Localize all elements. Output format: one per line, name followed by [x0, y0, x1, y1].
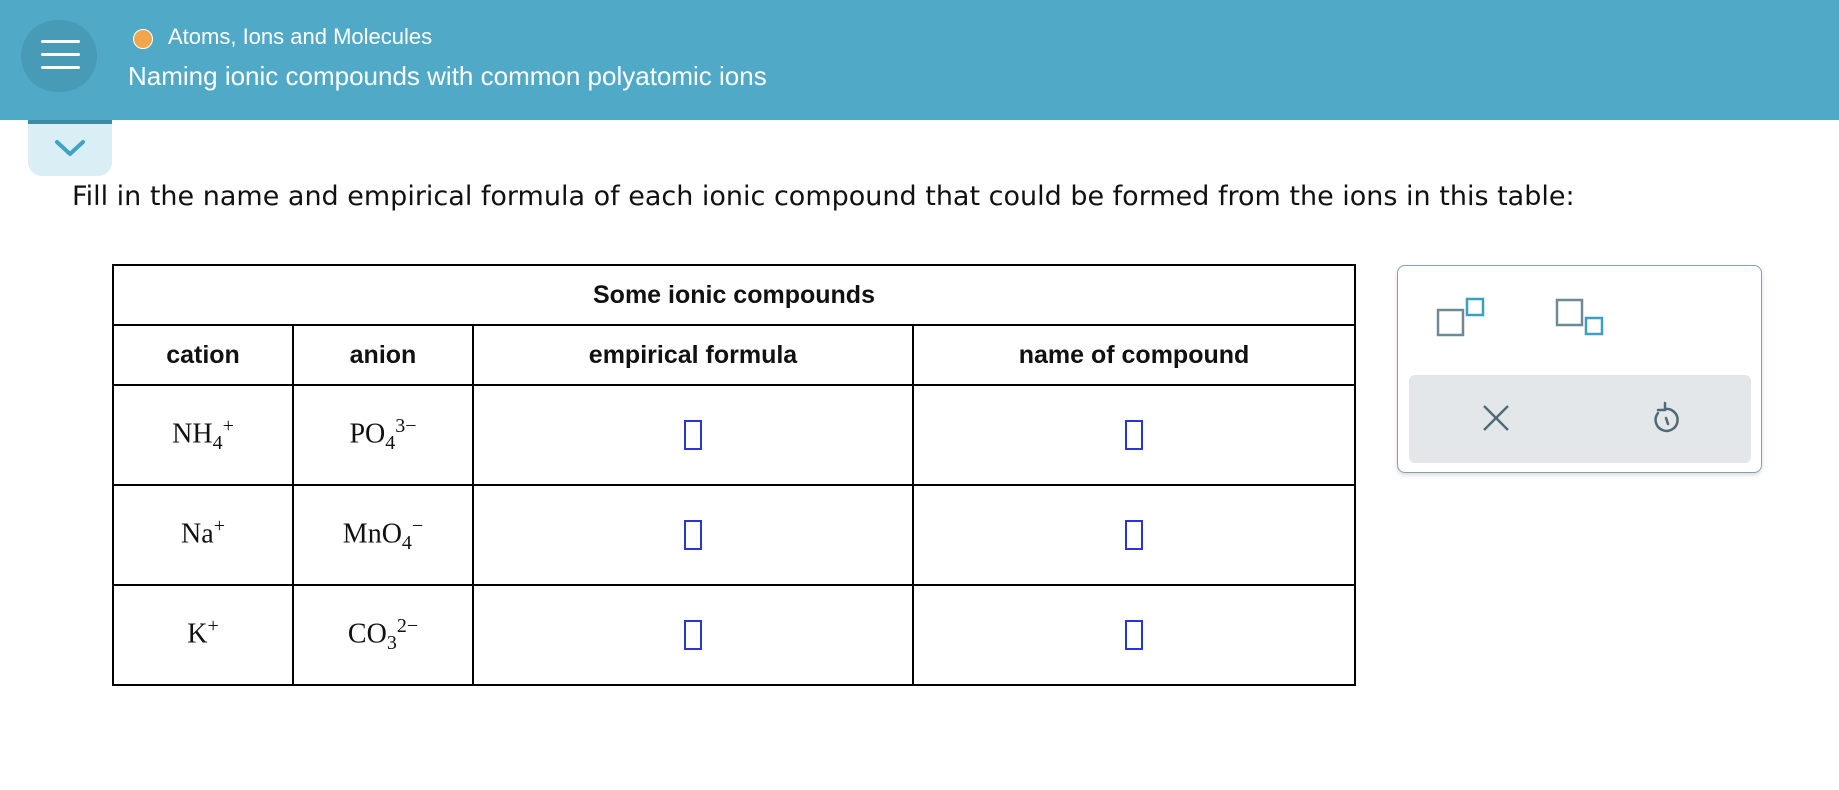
undo-icon — [1654, 401, 1679, 433]
chevron-down-icon — [55, 140, 85, 156]
cation-formula: Na+ — [181, 515, 225, 555]
table-row: Na+ MnO4− — [112, 484, 1356, 586]
ion-symbol: NH — [172, 418, 213, 450]
ion-charge: − — [411, 515, 424, 538]
answer-actions — [1409, 375, 1751, 463]
menu-icon-line — [41, 66, 80, 69]
formula-answer-cell[interactable] — [472, 484, 914, 586]
formula-input[interactable] — [684, 520, 702, 550]
formula-input[interactable] — [684, 620, 702, 650]
clear-answer-button[interactable] — [1479, 401, 1513, 435]
header-compound-name: name of compound — [912, 324, 1356, 386]
anion-cell: CO32− — [292, 584, 474, 686]
header-anion: anion — [292, 324, 474, 386]
topic-title: Atoms, Ions and Molecules — [168, 24, 433, 49]
table-row: NH4+ PO43− — [112, 384, 1356, 486]
close-icon — [1483, 405, 1509, 431]
answer-tools-panel — [1397, 265, 1762, 473]
ion-symbol: MnO — [342, 518, 402, 550]
question-instruction: Fill in the name and empirical formula o… — [72, 181, 1575, 212]
cation-formula: NH4+ — [172, 415, 234, 455]
cation-formula: K+ — [187, 615, 219, 655]
name-answer-cell[interactable] — [912, 484, 1356, 586]
anion-formula: CO32− — [348, 615, 418, 655]
ion-subscript: 3 — [386, 631, 397, 654]
ion-symbol: K — [187, 618, 208, 650]
name-answer-cell[interactable] — [912, 584, 1356, 686]
menu-icon-line — [41, 40, 80, 43]
name-input[interactable] — [1125, 620, 1143, 650]
cation-cell: Na+ — [112, 484, 294, 586]
table-row: K+ CO32− — [112, 584, 1356, 686]
ion-symbol: CO — [347, 618, 387, 650]
anion-formula: PO43− — [349, 415, 416, 455]
formula-answer-cell[interactable] — [472, 384, 914, 486]
subscript-template-icon — [1555, 298, 1604, 336]
menu-button[interactable] — [21, 20, 97, 92]
ion-subscript: 4 — [385, 431, 396, 454]
header-empirical-formula: empirical formula — [472, 324, 914, 386]
collapse-header-button[interactable] — [28, 120, 112, 176]
superscript-template-icon — [1436, 297, 1485, 337]
ion-charge: + — [213, 515, 225, 538]
table-caption: Some ionic compounds — [112, 264, 1356, 326]
formula-input[interactable] — [684, 420, 702, 450]
cation-cell: K+ — [112, 584, 294, 686]
progress-status-icon — [133, 29, 153, 49]
ion-subscript: 4 — [401, 531, 412, 554]
superscript-template-button[interactable] — [1436, 296, 1488, 342]
anion-formula: MnO4− — [343, 515, 423, 555]
undo-button[interactable] — [1649, 400, 1683, 436]
ionic-compounds-table: Some ionic compounds cation anion empiri… — [112, 264, 1356, 686]
cation-cell: NH4+ — [112, 384, 294, 486]
ion-charge: + — [222, 415, 234, 438]
name-input[interactable] — [1125, 520, 1143, 550]
top-bar: Atoms, Ions and Molecules Naming ionic c… — [0, 0, 1839, 120]
ion-charge: 3− — [395, 415, 417, 438]
ion-symbol: PO — [349, 418, 386, 450]
ion-charge: 2− — [396, 615, 419, 638]
formula-answer-cell[interactable] — [472, 584, 914, 686]
name-input[interactable] — [1125, 420, 1143, 450]
ion-symbol: Na — [181, 518, 214, 550]
anion-cell: PO43− — [292, 384, 474, 486]
ion-charge: + — [207, 615, 219, 638]
name-answer-cell[interactable] — [912, 384, 1356, 486]
menu-icon-line — [41, 53, 80, 56]
subscript-template-button[interactable] — [1555, 296, 1607, 342]
lesson-title: Naming ionic compounds with common polya… — [128, 61, 767, 91]
header-cation: cation — [112, 324, 294, 386]
anion-cell: MnO4− — [292, 484, 474, 586]
ion-subscript: 4 — [212, 431, 223, 454]
